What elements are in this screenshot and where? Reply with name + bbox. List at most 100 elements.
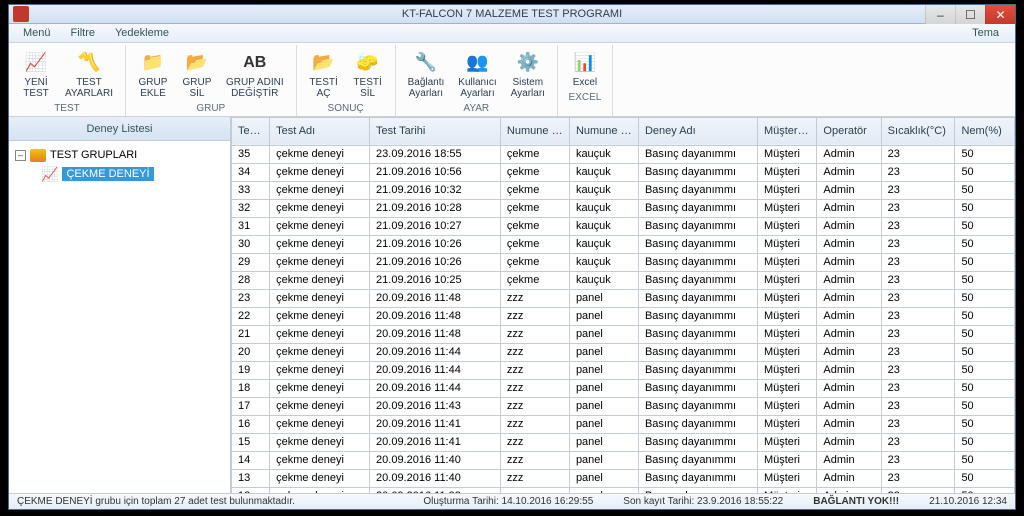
table-row[interactable]: 28çekme deneyi21.09.2016 10:25çekmekauçu… (232, 271, 1015, 289)
tree-item-label: ÇEKME DENEYİ (62, 167, 153, 181)
cell-sic: 23 (881, 469, 955, 487)
table-row[interactable]: 34çekme deneyi21.09.2016 10:56çekmekauçu… (232, 163, 1015, 181)
cell-id: 22 (232, 307, 270, 325)
cell-sic: 23 (881, 343, 955, 361)
grid-col-header[interactable]: Test Id (232, 117, 270, 145)
ribbon-btn-group-rename[interactable]: ABGRUP ADINIDEĞİŞTİR (220, 47, 290, 101)
cell-numcin: kauçuk (569, 199, 638, 217)
cell-tarih: 20.09.2016 11:44 (370, 379, 501, 397)
minimize-button[interactable]: – (925, 5, 955, 25)
cell-tarih: 21.09.2016 10:26 (370, 253, 501, 271)
table-row[interactable]: 13çekme deneyi20.09.2016 11:40zzzpanelBa… (232, 469, 1015, 487)
grid-col-header[interactable]: Numune adı (500, 117, 569, 145)
grid-col-header[interactable]: Müşteri Adı (757, 117, 816, 145)
cell-op: Admin (817, 343, 881, 361)
table-row[interactable]: 35çekme deneyi23.09.2016 18:55çekmekauçu… (232, 145, 1015, 163)
ribbon-btn-user-settings[interactable]: 👥KullanıcıAyarları (452, 47, 502, 101)
cell-numcin: panel (569, 361, 638, 379)
ribbon-btn-delete-test[interactable]: 🧽TESTİSİL (347, 47, 389, 101)
cell-deney: Basınç dayanımmı (638, 253, 757, 271)
cell-must: Müşteri (757, 397, 816, 415)
tree: – TEST GRUPLARI 📈 ÇEKME DENEYİ (9, 141, 230, 493)
chart-icon: 📈 (41, 166, 58, 183)
ribbon-btn-new-test[interactable]: 📈YENİTEST (15, 47, 57, 101)
grid-col-header[interactable]: Deney Adı (638, 117, 757, 145)
grid-col-header[interactable]: Test Tarihi (370, 117, 501, 145)
grid-col-header[interactable]: Test Adı (270, 117, 370, 145)
cell-ad: çekme deneyi (270, 145, 370, 163)
cell-must: Müşteri (757, 361, 816, 379)
ribbon-btn-group-add[interactable]: 📁GRUPEKLE (132, 47, 174, 101)
table-row[interactable]: 23çekme deneyi20.09.2016 11:48zzzpanelBa… (232, 289, 1015, 307)
table-row[interactable]: 33çekme deneyi21.09.2016 10:32çekmekauçu… (232, 181, 1015, 199)
ribbon-btn-connection-settings[interactable]: 🔧BağlantıAyarları (402, 47, 451, 101)
tree-toggle-icon[interactable]: – (15, 150, 26, 161)
cell-numcin: panel (569, 469, 638, 487)
table-row[interactable]: 17çekme deneyi20.09.2016 11:43zzzpanelBa… (232, 397, 1015, 415)
grid-col-header[interactable]: Sıcaklık(°C) (881, 117, 955, 145)
ribbon-btn-system-settings[interactable]: ⚙️SistemAyarları (505, 47, 551, 101)
table-row[interactable]: 19çekme deneyi20.09.2016 11:44zzzpanelBa… (232, 361, 1015, 379)
cell-sic: 23 (881, 289, 955, 307)
group-delete-label: GRUPSİL (183, 77, 212, 99)
grid-col-header[interactable]: Numune cinsi (569, 117, 638, 145)
table-row[interactable]: 18çekme deneyi20.09.2016 11:44zzzpanelBa… (232, 379, 1015, 397)
table-row[interactable]: 15çekme deneyi20.09.2016 11:41zzzpanelBa… (232, 433, 1015, 451)
cell-nem: 50 (955, 199, 1015, 217)
cell-id: 16 (232, 415, 270, 433)
cell-numad: zzz (500, 415, 569, 433)
menu-item-filtre[interactable]: Filtre (61, 24, 105, 42)
table-row[interactable]: 22çekme deneyi20.09.2016 11:48zzzpanelBa… (232, 307, 1015, 325)
cell-deney: Basınç dayanımmı (638, 307, 757, 325)
cell-op: Admin (817, 271, 881, 289)
ribbon-btn-open-test[interactable]: 📂TESTİAÇ (303, 47, 345, 101)
cell-id: 35 (232, 145, 270, 163)
grid-col-header[interactable]: Operatör (817, 117, 881, 145)
ribbon-group-label: SONUÇ (303, 103, 389, 114)
theme-menu[interactable]: Tema (962, 24, 1009, 42)
table-row[interactable]: 31çekme deneyi21.09.2016 10:27çekmekauçu… (232, 217, 1015, 235)
cell-must: Müşteri (757, 469, 816, 487)
cell-tarih: 20.09.2016 11:40 (370, 451, 501, 469)
cell-nem: 50 (955, 181, 1015, 199)
cell-numad: zzz (500, 289, 569, 307)
menu-item-menü[interactable]: Menü (13, 24, 61, 42)
table-row[interactable]: 14çekme deneyi20.09.2016 11:40zzzpanelBa… (232, 451, 1015, 469)
status-datetime: 21.10.2016 12:34 (929, 496, 1007, 507)
table-row[interactable]: 29çekme deneyi21.09.2016 10:26çekmekauçu… (232, 253, 1015, 271)
cell-nem: 50 (955, 343, 1015, 361)
cell-nem: 50 (955, 379, 1015, 397)
menu-item-yedekleme[interactable]: Yedekleme (105, 24, 179, 42)
close-button[interactable]: ✕ (985, 5, 1015, 25)
delete-test-label: TESTİSİL (353, 77, 381, 99)
cell-ad: çekme deneyi (270, 415, 370, 433)
ribbon-btn-test-settings[interactable]: 〽️TESTAYARLARI (59, 47, 119, 101)
cell-nem: 50 (955, 253, 1015, 271)
maximize-button[interactable]: ☐ (955, 5, 985, 25)
cell-tarih: 21.09.2016 10:28 (370, 199, 501, 217)
cell-numad: zzz (500, 397, 569, 415)
cell-id: 31 (232, 217, 270, 235)
cell-tarih: 20.09.2016 11:48 (370, 325, 501, 343)
user-settings-label: KullanıcıAyarları (458, 77, 496, 99)
table-row[interactable]: 32çekme deneyi21.09.2016 10:28çekmekauçu… (232, 199, 1015, 217)
cell-nem: 50 (955, 163, 1015, 181)
cell-numcin: kauçuk (569, 163, 638, 181)
data-grid[interactable]: Test IdTest AdıTest TarihiNumune adıNumu… (231, 117, 1015, 493)
cell-numad: zzz (500, 379, 569, 397)
cell-op: Admin (817, 307, 881, 325)
table-row[interactable]: 20çekme deneyi20.09.2016 11:44zzzpanelBa… (232, 343, 1015, 361)
ribbon-btn-group-delete[interactable]: 📂GRUPSİL (176, 47, 218, 101)
ribbon-group-label: AYAR (402, 103, 551, 114)
cell-sic: 23 (881, 325, 955, 343)
table-row[interactable]: 21çekme deneyi20.09.2016 11:48zzzpanelBa… (232, 325, 1015, 343)
grid-col-header[interactable]: Nem(%) (955, 117, 1015, 145)
ribbon-btn-excel-export[interactable]: 📊Excel (564, 47, 606, 90)
table-row[interactable]: 16çekme deneyi20.09.2016 11:41zzzpanelBa… (232, 415, 1015, 433)
table-row[interactable]: 30çekme deneyi21.09.2016 10:26çekmekauçu… (232, 235, 1015, 253)
tree-item-cekme-deneyi[interactable]: 📈 ÇEKME DENEYİ (41, 164, 224, 185)
window-title: KT-FALCON 7 MALZEME TEST PROGRAMI (9, 8, 1015, 20)
cell-ad: çekme deneyi (270, 379, 370, 397)
ribbon-group-label: TEST (15, 103, 119, 114)
tree-root[interactable]: – TEST GRUPLARI (15, 147, 224, 164)
